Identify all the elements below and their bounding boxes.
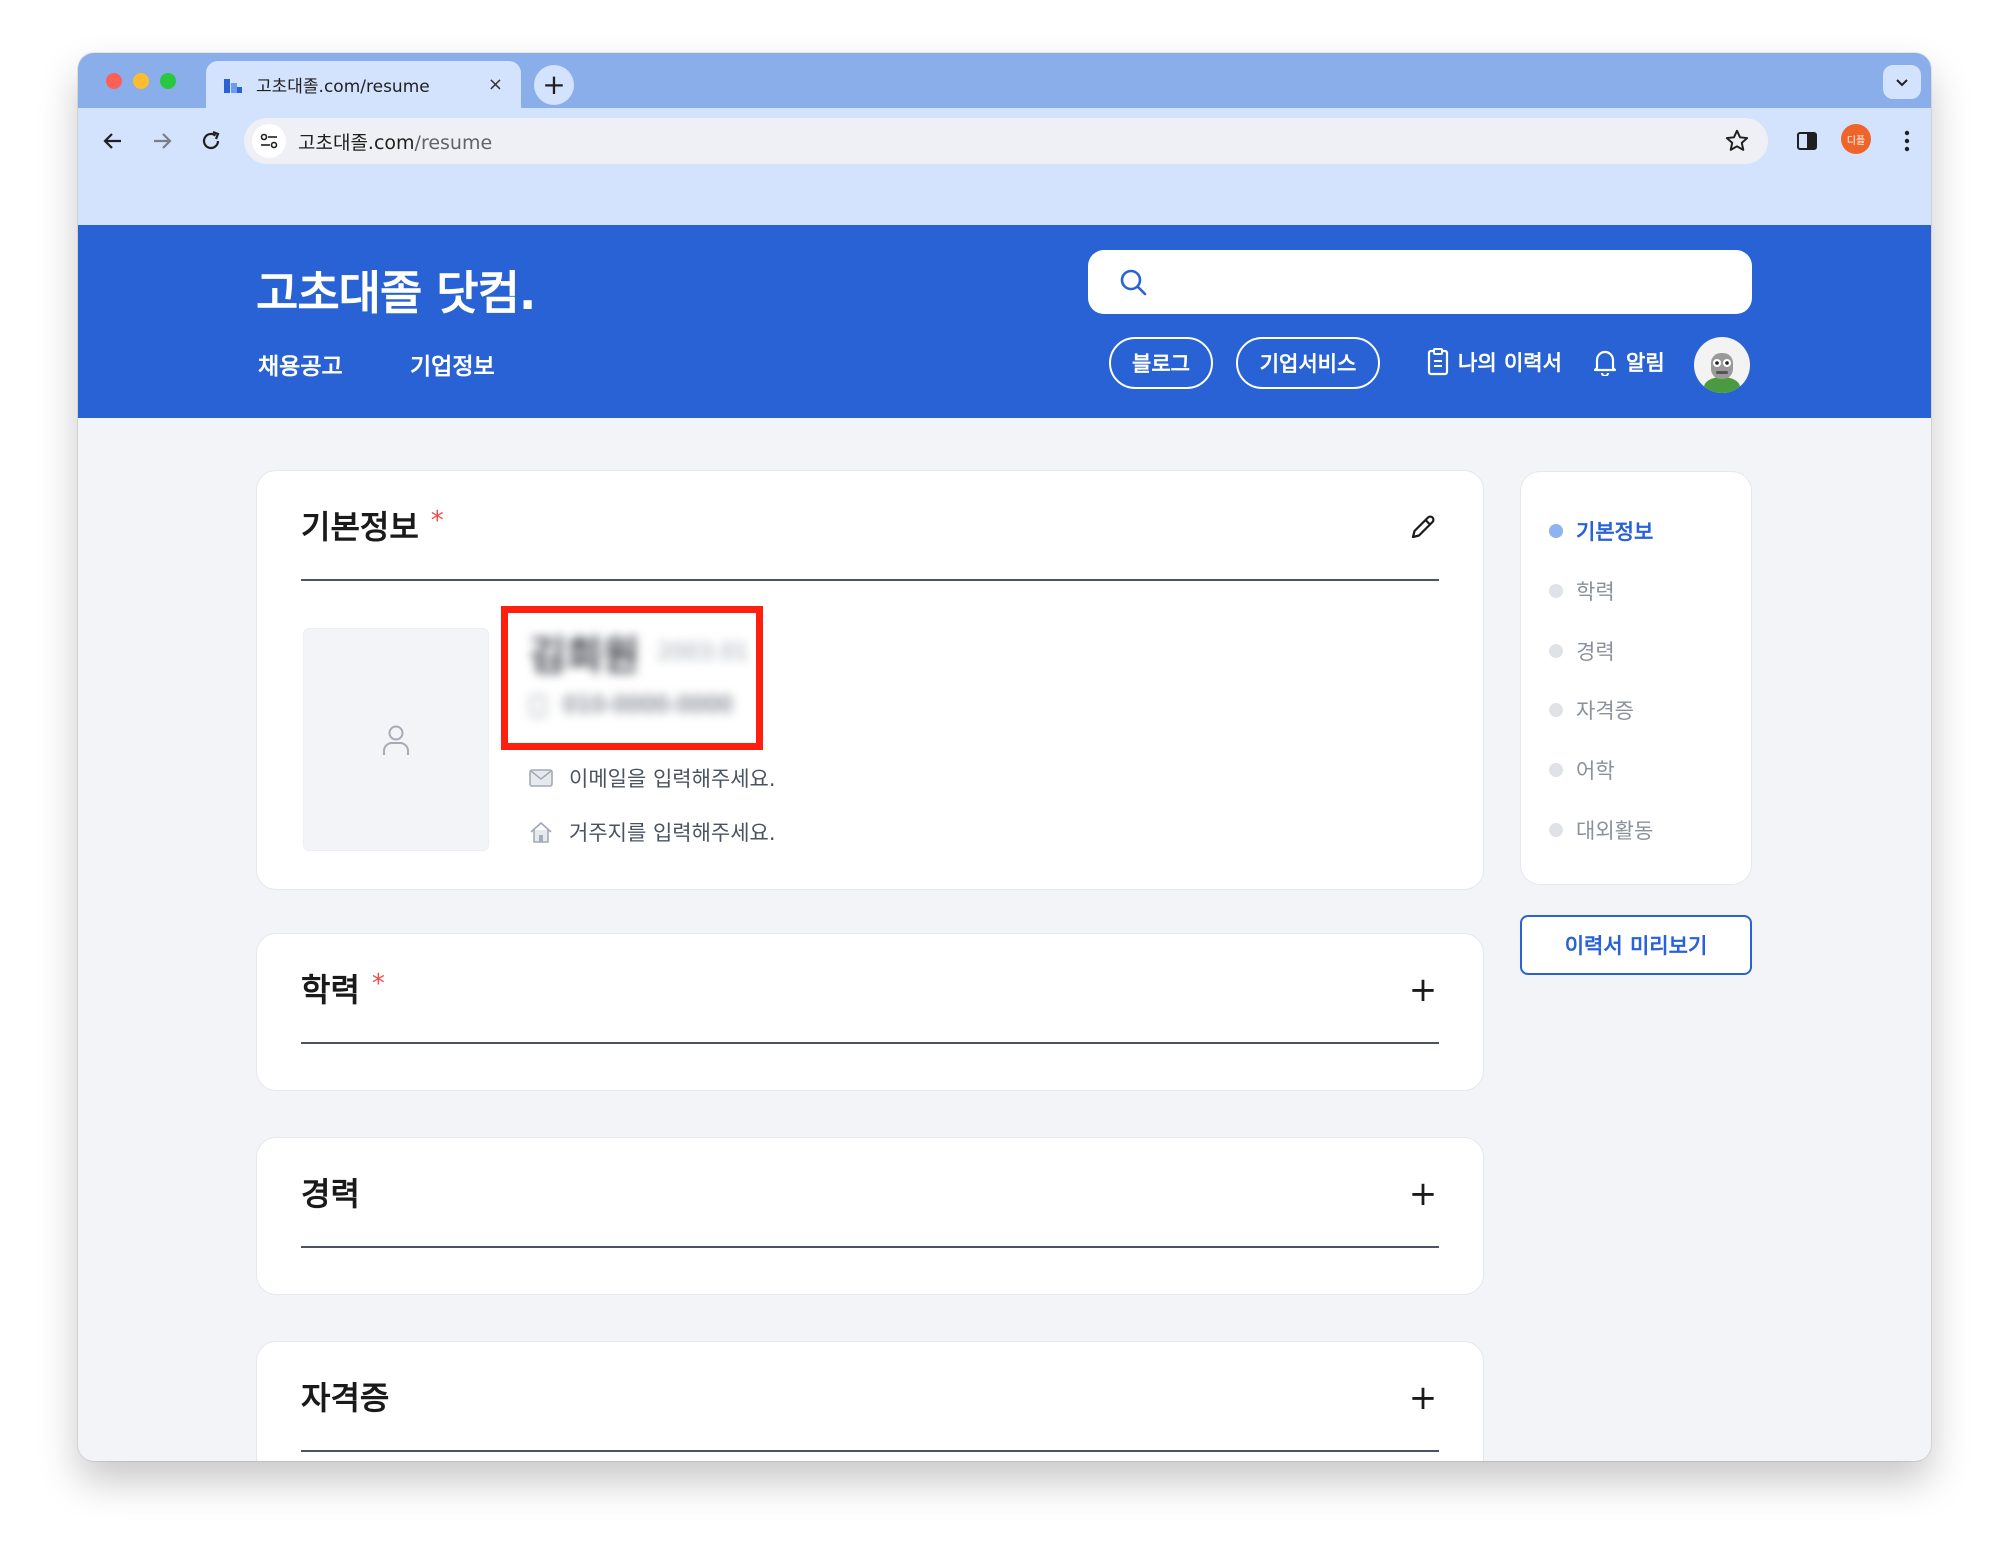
side-nav-label: 학력 (1576, 580, 1615, 604)
side-nav-label: 경력 (1576, 640, 1615, 664)
person-icon (383, 725, 409, 755)
side-nav-label: 대외활동 (1576, 819, 1654, 843)
close-window-button[interactable] (106, 73, 122, 89)
back-arrow-icon (103, 133, 121, 149)
side-panel-button[interactable] (1792, 126, 1822, 156)
browser-toolbar: 고초대졸.com/resume 디플 (78, 108, 1931, 173)
character-avatar-icon (1704, 353, 1740, 393)
add-career-button[interactable]: + (1407, 1177, 1439, 1211)
business-service-button[interactable]: 기업서비스 (1236, 337, 1380, 389)
side-nav-certificate[interactable]: 자격증 (1549, 695, 1634, 725)
basic-info-header: 기본정보 * (301, 471, 1439, 581)
address-row[interactable]: 거주지를 입력해주세요. (529, 817, 776, 847)
bookmarks-bar (78, 173, 1931, 225)
side-nav-basic-info[interactable]: 기본정보 (1549, 516, 1653, 546)
education-required-mark: * (371, 969, 385, 999)
user-avatar[interactable] (1694, 337, 1750, 393)
browser-menu-button[interactable] (1892, 126, 1922, 156)
required-mark: * (430, 506, 444, 536)
mail-icon (529, 769, 553, 787)
dot (1549, 584, 1563, 598)
certificate-title: 자격증 (301, 1379, 390, 1417)
add-certificate-button[interactable]: + (1407, 1381, 1439, 1415)
nav-companies[interactable]: 기업정보 (410, 347, 495, 381)
tab-close-icon[interactable]: × (488, 74, 503, 95)
chevron-down-icon (1896, 79, 1908, 87)
document-icon (1427, 348, 1449, 376)
forward-arrow-icon (154, 133, 172, 149)
active-dot (1549, 524, 1563, 538)
education-card: 학력 * + (256, 933, 1484, 1091)
url-path: /resume (414, 131, 493, 154)
profile-photo-upload[interactable] (303, 628, 489, 851)
tab-title: 고초대졸.com/resume (256, 77, 430, 97)
back-button[interactable] (98, 126, 128, 156)
reload-icon (202, 130, 220, 150)
education-title: 학력 (301, 971, 360, 1009)
tab-search-button[interactable] (1883, 65, 1921, 99)
dot (1549, 644, 1563, 658)
resume-section-nav: 기본정보 학력 경력 자격증 어학 대외활동 (1520, 471, 1752, 885)
more-vert-icon (1904, 130, 1910, 152)
edit-button[interactable] (1407, 511, 1439, 543)
dot (1549, 703, 1563, 717)
browser-window: 고초대졸.com/resume × + 고초대졸.com/resume 디플 고… (78, 53, 1931, 1461)
certificate-header: 자격증 + (301, 1342, 1439, 1452)
side-panel-icon (1797, 132, 1817, 150)
dot (1549, 763, 1563, 777)
basic-info-title: 기본정보 (301, 508, 419, 546)
site-logo[interactable]: 고초대졸 닷컴. (256, 257, 536, 323)
side-nav-label: 기본정보 (1576, 520, 1654, 544)
nav-jobs[interactable]: 채용공고 (258, 347, 343, 381)
reload-button[interactable] (196, 126, 226, 156)
tab-strip: 고초대졸.com/resume × + (78, 53, 1931, 108)
highlight-box (501, 606, 763, 750)
maximize-window-button[interactable] (160, 73, 176, 89)
search-input[interactable] (1160, 250, 1752, 314)
my-resume-link[interactable]: 나의 이력서 (1426, 347, 1562, 377)
search-icon (1120, 269, 1147, 296)
url-text: 고초대졸.com/resume (298, 128, 492, 155)
address-bar[interactable]: 고초대졸.com/resume (244, 118, 1768, 164)
forward-button[interactable] (147, 126, 177, 156)
url-domain: 고초대졸.com (298, 131, 415, 154)
email-placeholder: 이메일을 입력해주세요. (569, 767, 776, 791)
basic-info-card: 기본정보 * 김희원 2003.01 010-0000-0000 이메일을 입력… (256, 470, 1484, 890)
career-title: 경력 (301, 1175, 360, 1213)
pencil-icon (1411, 515, 1435, 539)
profile-avatar[interactable]: 디플 (1841, 124, 1871, 154)
side-nav-label: 자격증 (1576, 699, 1634, 723)
add-education-button[interactable]: + (1407, 973, 1439, 1007)
minimize-window-button[interactable] (133, 73, 149, 89)
bookmark-star-icon[interactable] (1724, 128, 1750, 158)
browser-tab[interactable]: 고초대졸.com/resume × (206, 61, 521, 108)
side-nav-activities[interactable]: 대외활동 (1549, 815, 1653, 845)
site-favicon-icon (224, 77, 242, 93)
side-nav-label: 어학 (1576, 759, 1615, 783)
education-header: 학력 * + (301, 934, 1439, 1044)
notifications-link[interactable]: 알림 (1592, 347, 1665, 377)
site-header: 고초대졸 닷컴. 채용공고 기업정보 블로그 기업서비스 나의 이력서 알림 (78, 225, 1931, 418)
search-box[interactable] (1088, 250, 1752, 314)
side-nav-education[interactable]: 학력 (1549, 576, 1615, 606)
my-resume-label: 나의 이력서 (1458, 351, 1562, 375)
career-header: 경력 + (301, 1138, 1439, 1248)
tune-icon (260, 133, 278, 149)
address-placeholder: 거주지를 입력해주세요. (569, 821, 776, 845)
email-row[interactable]: 이메일을 입력해주세요. (529, 763, 776, 793)
side-nav-language[interactable]: 어학 (1549, 755, 1615, 785)
resume-preview-button[interactable]: 이력서 미리보기 (1520, 915, 1752, 975)
career-card: 경력 + (256, 1137, 1484, 1295)
side-nav-career[interactable]: 경력 (1549, 636, 1615, 666)
new-tab-button[interactable]: + (534, 65, 574, 105)
notifications-label: 알림 (1626, 351, 1665, 375)
bell-icon (1593, 350, 1617, 376)
dot (1549, 823, 1563, 837)
home-icon (530, 822, 552, 843)
certificate-card: 자격증 + (256, 1341, 1484, 1461)
site-settings-button[interactable] (252, 124, 286, 158)
blog-button[interactable]: 블로그 (1109, 337, 1213, 389)
